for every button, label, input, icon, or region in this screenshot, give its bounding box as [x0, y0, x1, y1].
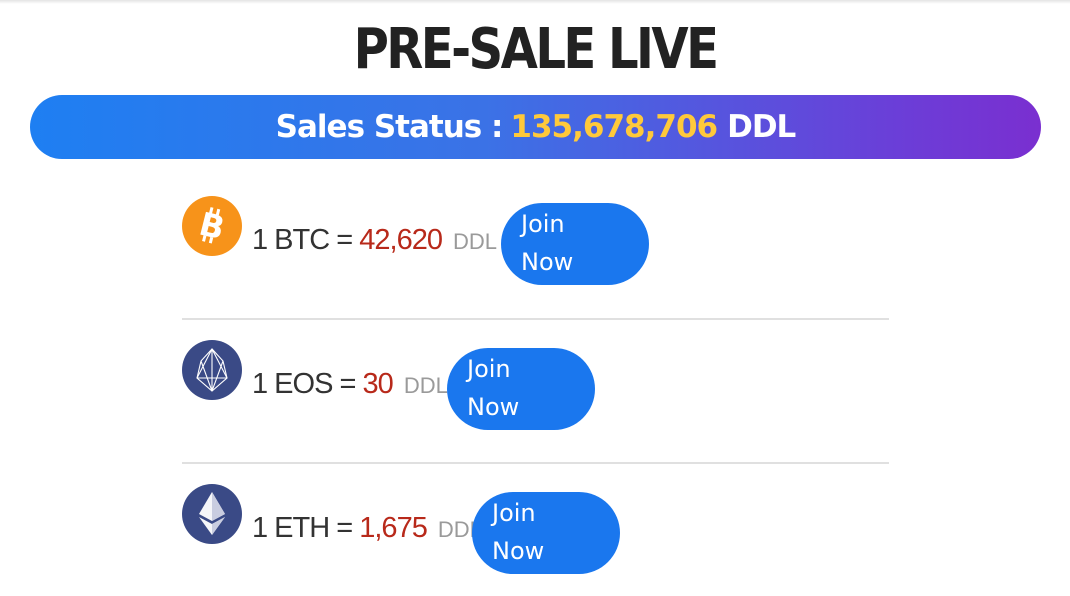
eos-rate-prefix: 1 EOS =	[252, 368, 356, 400]
eth-rate-value: 1,675	[359, 512, 428, 544]
join-button-line2: Now	[467, 393, 520, 421]
join-now-button-eos[interactable]: Join Now	[447, 348, 595, 430]
presale-page: PRE-SALE LIVE Sales Status : 135,678,706…	[0, 0, 1070, 596]
sales-status-bar: Sales Status : 135,678,706 DDL	[30, 95, 1041, 159]
rate-row-eth: 1 ETH = 1,675 DDL Join Now	[182, 462, 889, 596]
eos-rate-value: 30	[362, 368, 393, 400]
join-button-line1: Join	[521, 210, 565, 238]
sales-status-label: Sales Status :	[275, 109, 504, 145]
eos-rate: 1 EOS = 30 DDL	[252, 368, 448, 401]
sales-status-amount: 135,678,706	[510, 109, 718, 145]
eth-rate-prefix: 1 ETH =	[252, 512, 353, 544]
join-button-line2: Now	[521, 248, 574, 276]
join-button-line2: Now	[492, 537, 545, 565]
bitcoin-icon: B	[182, 196, 242, 256]
btc-rate-unit: DDL	[453, 229, 498, 254]
ethereum-icon	[182, 484, 242, 544]
join-now-button-btc[interactable]: Join Now	[501, 203, 649, 285]
eos-rate-unit: DDL	[403, 373, 448, 398]
join-now-button-eth[interactable]: Join Now	[472, 492, 620, 574]
page-title: PRE-SALE LIVE	[353, 17, 719, 82]
btc-rate-prefix: 1 BTC =	[252, 224, 353, 256]
sales-status-unit: DDL	[727, 109, 796, 145]
join-button-line1: Join	[467, 355, 511, 383]
join-button-line1: Join	[492, 499, 536, 527]
btc-rate-value: 42,620	[359, 224, 443, 256]
eos-icon	[182, 340, 242, 400]
eth-rate: 1 ETH = 1,675 DDL	[252, 512, 482, 545]
rate-row-btc: B 1 BTC = 42,620 DDL Join Now	[182, 174, 889, 318]
top-shadow	[0, 0, 1070, 4]
rate-row-eos: 1 EOS = 30 DDL Join Now	[182, 318, 889, 464]
btc-rate: 1 BTC = 42,620 DDL	[252, 224, 497, 257]
